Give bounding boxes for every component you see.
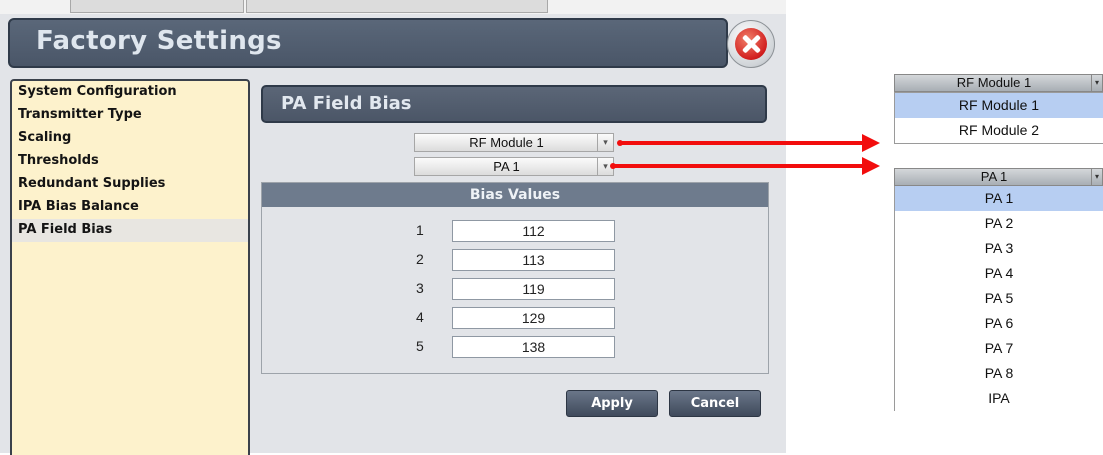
chevron-down-icon: ▾: [597, 134, 613, 151]
bias-row: 5 138: [262, 336, 768, 360]
arrow-line: [620, 141, 864, 145]
window-title: Factory Settings: [36, 26, 282, 56]
pa-option[interactable]: PA 2: [895, 211, 1103, 236]
bias-row: 1 112: [262, 220, 768, 244]
expanded-pa-value: PA 1: [980, 169, 1008, 184]
sidebar-item-ipa-bias-balance[interactable]: IPA Bias Balance: [12, 196, 248, 219]
expanded-module-dropdown[interactable]: RF Module 1 ▾: [894, 74, 1103, 92]
content-panel: PA Field Bias RF Module 1 ▾ PA 1 ▾ Bias …: [249, 75, 779, 453]
bias-row: 4 129: [262, 307, 768, 331]
module-options-list: RF Module 1 RF Module 2: [894, 92, 1103, 144]
bias-value-input[interactable]: 138: [452, 336, 615, 358]
pa-options-list: PA 1 PA 2 PA 3 PA 4 PA 5 PA 6 PA 7 PA 8 …: [894, 186, 1103, 411]
pa-option[interactable]: PA 6: [895, 311, 1103, 336]
module-option[interactable]: RF Module 2: [895, 118, 1103, 143]
bias-values-group: Bias Values 1 112 2 113 3 119 4 129 5 13…: [261, 182, 769, 374]
chevron-down-icon: ▾: [1091, 75, 1102, 91]
sidebar-item-pa-field-bias[interactable]: PA Field Bias: [12, 219, 248, 242]
sidebar-item-thresholds[interactable]: Thresholds: [12, 150, 248, 173]
bias-values-header: Bias Values: [262, 183, 768, 207]
close-icon: [735, 28, 767, 60]
title-bar: Factory Settings: [8, 18, 728, 68]
bias-value-input[interactable]: 129: [452, 307, 615, 329]
sidebar-item-scaling[interactable]: Scaling: [12, 127, 248, 150]
section-header: PA Field Bias: [261, 85, 767, 123]
background-tab[interactable]: [246, 0, 548, 13]
sidebar-item-transmitter-type[interactable]: Transmitter Type: [12, 104, 248, 127]
pa-option[interactable]: PA 3: [895, 236, 1103, 261]
sidebar-item-redundant-supplies[interactable]: Redundant Supplies: [12, 173, 248, 196]
pa-dropdown-value: PA 1: [493, 159, 520, 174]
bias-row-index: 3: [416, 280, 424, 296]
close-button[interactable]: [727, 20, 775, 68]
background-tab[interactable]: [70, 0, 244, 13]
bias-value-input[interactable]: 119: [452, 278, 615, 300]
bias-row-index: 1: [416, 222, 424, 238]
apply-button[interactable]: Apply: [566, 390, 658, 417]
factory-settings-window: Factory Settings System Configuration Tr…: [0, 0, 786, 455]
bias-row: 3 119: [262, 278, 768, 302]
pa-option[interactable]: PA 7: [895, 336, 1103, 361]
arrow-head-icon: [862, 134, 880, 152]
bias-row-index: 5: [416, 338, 424, 354]
pa-option[interactable]: PA 4: [895, 261, 1103, 286]
pa-option[interactable]: PA 1: [895, 186, 1103, 211]
bias-row: 2 113: [262, 249, 768, 273]
expanded-module-value: RF Module 1: [956, 75, 1032, 90]
module-option[interactable]: RF Module 1: [895, 93, 1103, 118]
bias-value-input[interactable]: 112: [452, 220, 615, 242]
rf-module-dropdown[interactable]: RF Module 1 ▾: [414, 133, 614, 152]
bias-row-index: 4: [416, 309, 424, 325]
settings-sidebar: System Configuration Transmitter Type Sc…: [10, 79, 250, 455]
sidebar-item-system-configuration[interactable]: System Configuration: [12, 81, 248, 104]
chevron-down-icon: ▾: [1091, 169, 1102, 185]
bias-value-input[interactable]: 113: [452, 249, 615, 271]
arrow-head-icon: [862, 157, 880, 175]
expanded-pa-dropdown[interactable]: PA 1 ▾: [894, 168, 1103, 186]
pa-option[interactable]: PA 8: [895, 361, 1103, 386]
bias-row-index: 2: [416, 251, 424, 267]
rf-module-dropdown-value: RF Module 1: [469, 135, 544, 150]
pa-dropdown[interactable]: PA 1 ▾: [414, 157, 614, 176]
pa-option[interactable]: PA 5: [895, 286, 1103, 311]
cancel-button[interactable]: Cancel: [669, 390, 761, 417]
section-title: PA Field Bias: [281, 93, 412, 114]
pa-option[interactable]: IPA: [895, 386, 1103, 411]
arrow-line: [613, 164, 864, 168]
top-tab-strip: [0, 0, 786, 14]
